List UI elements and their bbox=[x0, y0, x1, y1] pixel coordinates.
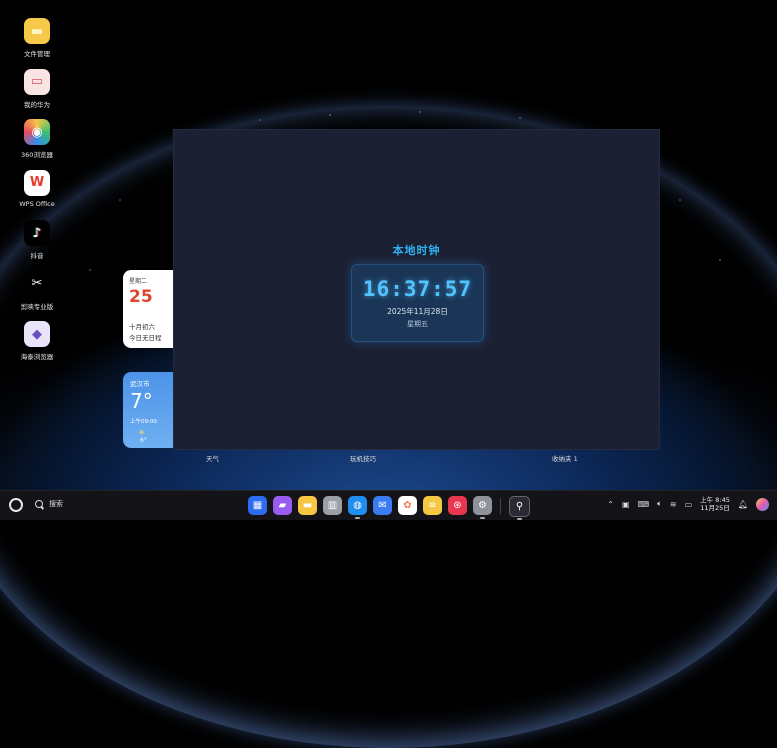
widget-label-folder: 收纳夹 1 bbox=[552, 455, 578, 463]
keyboard-icon[interactable]: ⌨ bbox=[638, 500, 650, 509]
widget-label-weather: 天气 bbox=[206, 455, 219, 463]
taskbar-clock[interactable]: 上午 8:45 11月25日 bbox=[700, 496, 730, 512]
clock-weekday: 星期五 bbox=[407, 320, 428, 328]
calendar-schedule: 今日无日程 bbox=[129, 334, 162, 342]
desktop-icon-label: 360浏览器 bbox=[21, 151, 53, 159]
dock-separator bbox=[500, 498, 501, 514]
360-browser-icon: ◉ bbox=[24, 119, 50, 145]
desktop-icon-label: WPS Office bbox=[19, 199, 55, 208]
search-label: 搜索 bbox=[49, 500, 63, 508]
files-icon[interactable]: ▰ bbox=[273, 496, 292, 515]
sun-icon: ☀ bbox=[138, 428, 146, 437]
clock-card: 16:37:57 2025年11月28日 星期五 bbox=[351, 264, 484, 342]
desktop-icon-label: 海泰浏览器 bbox=[20, 353, 54, 361]
browser-icon[interactable]: ◍ bbox=[348, 496, 367, 519]
python-app-icon[interactable]: ⚲ bbox=[509, 496, 530, 520]
haitai-browser-icon: ◆ bbox=[24, 321, 50, 347]
desktop-icon-files[interactable]: ▬ 文件管理 bbox=[13, 18, 61, 69]
desktop-icon-label: 我的华为 bbox=[24, 100, 50, 109]
trash-icon[interactable]: ▥ bbox=[323, 496, 342, 515]
mail-icon[interactable]: ✉ bbox=[373, 496, 392, 515]
desktop-icon-label: 剪映专业版 bbox=[20, 302, 54, 311]
wifi-icon[interactable]: ≋ bbox=[670, 500, 677, 509]
clock-date: 2025年11月28日 bbox=[387, 307, 448, 316]
taskbar-search[interactable]: 搜索 bbox=[35, 499, 63, 509]
myhuawei-icon: ▭ bbox=[24, 68, 50, 95]
search-icon bbox=[35, 500, 43, 508]
weather-hour-temp: 6° bbox=[140, 437, 147, 444]
wps-icon: W bbox=[24, 169, 50, 196]
weather-temp: 7° bbox=[130, 389, 153, 413]
memo-icon[interactable]: ≡ bbox=[423, 496, 442, 515]
notes-icon[interactable]: ▬ bbox=[298, 496, 317, 515]
taskbar-time: 上午 8:45 bbox=[700, 496, 730, 504]
taskbar-date: 11月25日 bbox=[700, 504, 730, 512]
widget-labels: 天气 玩机技巧 收纳夹 1 bbox=[0, 453, 777, 465]
assistant-avatar-icon[interactable] bbox=[756, 497, 769, 511]
calendar-weekday: 星期二 bbox=[129, 278, 148, 285]
desktop-icon-360-browser[interactable]: ◉ 360浏览器 bbox=[13, 119, 61, 170]
battery-saver-icon[interactable]: ▣ bbox=[622, 500, 630, 509]
calendar-day: 25 bbox=[129, 287, 153, 307]
desktop-icon-wps[interactable]: W WPS Office bbox=[13, 169, 61, 221]
clock-app-title: 本地时钟 bbox=[392, 244, 441, 257]
speaker-icon[interactable]: 🔈︎ bbox=[657, 499, 662, 509]
folder-icon: ▬ bbox=[24, 18, 50, 44]
chevron-up-icon[interactable]: ⌃ bbox=[607, 500, 614, 509]
app-gallery-grid-icon[interactable]: ▦ bbox=[248, 496, 267, 515]
settings-icon[interactable]: ⚙ bbox=[473, 496, 492, 519]
appgallery-icon[interactable]: ⊛ bbox=[448, 496, 467, 515]
weather-city: 武汉市 bbox=[130, 380, 150, 388]
battery-icon[interactable]: ▭ bbox=[685, 500, 693, 509]
taskbar: 搜索 ▦ ▰ ▬ ▥ ◍ ✉ ✿ ≡ ⊛ ⚙ ⚲ ⌃ ▣ ⌨ 🔈︎ ≋ ▭ 上午… bbox=[0, 490, 777, 520]
clock-time: 16:37:57 bbox=[362, 277, 473, 301]
taskbar-dock: ▦ ▰ ▬ ▥ ◍ ✉ ✿ ≡ ⊛ ⚙ ⚲ bbox=[248, 496, 530, 520]
desktop-icon-label: 文件管理 bbox=[24, 50, 50, 58]
start-button[interactable] bbox=[9, 498, 23, 512]
widget-label-tips: 玩机技巧 bbox=[350, 455, 376, 463]
desktop-icon-column: ▬ 文件管理 ▭ 我的华为 ◉ 360浏览器 W WPS Office ♪ 抖音… bbox=[13, 18, 61, 372]
calendar-lunar-date: 十月初六 bbox=[129, 323, 155, 331]
desktop-icon-douyin[interactable]: ♪ 抖音 bbox=[13, 220, 61, 271]
desktop-icon-myhuawei[interactable]: ▭ 我的华为 bbox=[13, 68, 61, 120]
weather-hour: 上午09:00 bbox=[130, 419, 157, 425]
douyin-icon: ♪ bbox=[24, 220, 50, 246]
desktop-icon-label: 抖音 bbox=[30, 252, 44, 260]
notification-bell-icon[interactable]: 🔔︎ bbox=[738, 500, 748, 509]
photos-icon[interactable]: ✿ bbox=[398, 496, 417, 515]
clock-app-window[interactable]: 本地时钟 16:37:57 2025年11月28日 星期五 bbox=[173, 129, 660, 450]
system-tray: ⌃ ▣ ⌨ 🔈︎ ≋ ▭ 上午 8:45 11月25日 🔔︎ bbox=[607, 496, 769, 512]
capcut-icon: ✂ bbox=[24, 270, 50, 297]
desktop-icon-capcut[interactable]: ✂ 剪映专业版 bbox=[13, 270, 61, 322]
desktop-icon-haitai-browser[interactable]: ◆ 海泰浏览器 bbox=[13, 321, 61, 372]
